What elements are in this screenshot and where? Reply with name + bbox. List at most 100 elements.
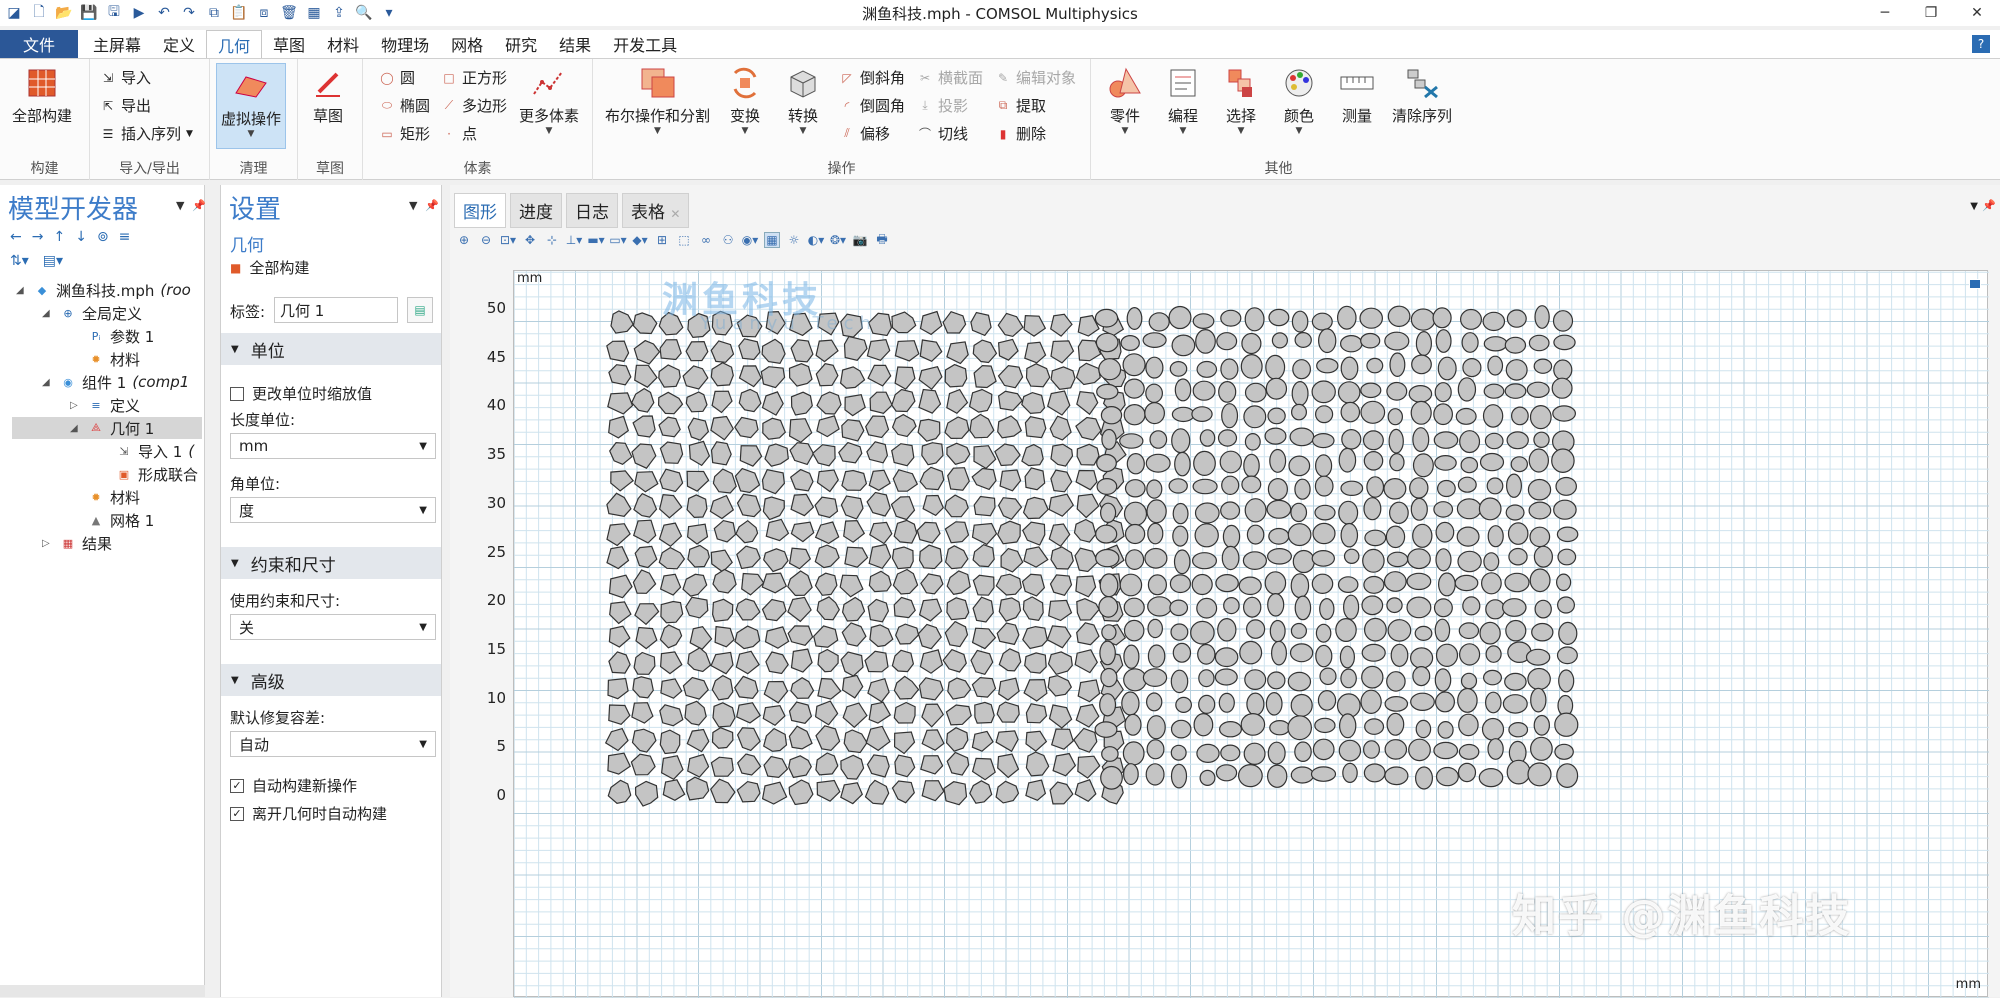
move-down-icon[interactable]: ↓ [75, 229, 87, 245]
tab-log[interactable]: 日志 [566, 193, 618, 228]
tab-home[interactable]: 主屏幕 [82, 30, 152, 58]
import-button[interactable]: ⇲ 导入 [100, 67, 151, 88]
fillet-button[interactable]: ◜ 倒圆角 [839, 95, 905, 116]
panel-menu-icon[interactable]: ▼ [1970, 201, 1978, 212]
tab-mesh[interactable]: 网格 [440, 30, 494, 58]
panel-menu-icon[interactable]: ▼ [409, 199, 417, 212]
section-constraints[interactable]: ▼ 约束和尺寸 [221, 547, 441, 579]
restore-button[interactable]: ❐ [1908, 0, 1954, 26]
select-points-icon[interactable]: ◆▾ [632, 232, 648, 248]
tree-node-form-union[interactable]: ▣ 形成联合 [116, 463, 198, 485]
screenshot-icon[interactable]: 📷 [852, 232, 868, 248]
tangent-button[interactable]: ⌒ 切线 [917, 123, 968, 144]
axis-orientation-icon[interactable]: ⊥▾ [566, 232, 582, 248]
pin-icon[interactable]: 📌 [425, 199, 439, 212]
save-icon[interactable]: 💾 [79, 4, 99, 22]
select-domains-icon[interactable]: ▬▾ [587, 232, 604, 248]
square-button[interactable]: □ 正方形 [441, 67, 507, 88]
tab-materials[interactable]: 材料 [316, 30, 370, 58]
zoom-in-icon[interactable]: ⊕ [456, 232, 472, 248]
file-menu[interactable]: 文件 [0, 30, 78, 58]
hide-icon[interactable]: ⚇ [720, 232, 736, 248]
tree-node-mesh[interactable]: ▲ 网格 1 [88, 509, 155, 531]
tree-node-geometry[interactable]: ◢ ⟁ 几何 1 [12, 417, 202, 439]
copy-icon[interactable]: ⧉ [204, 4, 224, 22]
show-icon[interactable]: ⊚ [97, 229, 109, 245]
pin-icon[interactable]: 📌 [1982, 199, 1996, 212]
ellipse-button[interactable]: ⬭ 椭圆 [379, 95, 430, 116]
scene-light-icon[interactable]: ☼ [786, 232, 802, 248]
sort-icon[interactable]: ⇅▾ [10, 253, 29, 269]
polygon-button[interactable]: ⟋ 多边形 [441, 95, 507, 116]
move-up-icon[interactable]: ↑ [53, 229, 65, 245]
checkbox-checked[interactable]: ✓ [230, 778, 244, 793]
new-file-icon[interactable]: 🗋 [29, 4, 49, 22]
tree-node-global-definitions[interactable]: ◢ ⊕ 全局定义 [42, 302, 142, 324]
section-units[interactable]: ▼ 单位 [221, 333, 441, 365]
chamfer-button[interactable]: ◸ 倒斜角 [839, 67, 905, 88]
link-icon[interactable]: ∞ [698, 232, 714, 248]
zoom-extents-icon[interactable]: ✥ [522, 232, 538, 248]
view-options-icon[interactable]: ▤▾ [43, 253, 63, 269]
virtual-operations-button[interactable]: 虚拟操作 ▼ [216, 63, 286, 149]
zoom-box-icon[interactable]: ⊡▾ [500, 232, 516, 248]
boolean-partition-button[interactable]: 布尔操作和分割 ▼ [605, 65, 710, 136]
help-icon[interactable]: ? [1972, 35, 1990, 53]
measure-button[interactable]: 测量 [1339, 65, 1375, 126]
zoom-to-selection-icon[interactable]: ⊞ [654, 232, 670, 248]
parts-button[interactable]: 零件 ▼ [1107, 65, 1143, 136]
axis-orientation-widget-icon[interactable] [1969, 279, 1981, 289]
forward-arrow-icon[interactable]: → [32, 229, 44, 245]
expand-arrow-icon[interactable]: ▷ [70, 400, 82, 411]
tree-node-root[interactable]: ◢ ◆ 渊鱼科技.mph (roo [16, 279, 191, 301]
zoom-selected-icon[interactable]: ⊹ [544, 232, 560, 248]
collapse-arrow-icon[interactable]: ◢ [70, 423, 82, 434]
checkbox-box[interactable] [230, 386, 244, 401]
edit-object-button[interactable]: ✎ 编辑对象 [995, 67, 1076, 88]
back-arrow-icon[interactable]: ← [10, 229, 22, 245]
offset-button[interactable]: ⫽ 偏移 [839, 123, 890, 144]
tab-definitions[interactable]: 定义 [152, 30, 206, 58]
tree-node-materials[interactable]: ✹ 材料 [88, 486, 140, 508]
view-icon[interactable]: ◉▾ [742, 232, 759, 248]
zoom-out-icon[interactable]: ⊖ [478, 232, 494, 248]
build-all-link[interactable]: ■ 全部构建 [230, 257, 309, 278]
save-as-icon[interactable]: 🖫 [104, 4, 124, 22]
open-folder-icon[interactable]: 📂 [54, 4, 74, 22]
transparency-icon[interactable]: ◐▾ [808, 232, 825, 248]
tree-node-import[interactable]: ⇲ 导入 1 ( [116, 440, 194, 462]
run-icon[interactable]: ▶ [129, 4, 149, 22]
tree-node-results[interactable]: ▷ ▦ 结果 [42, 532, 112, 554]
undo-icon[interactable]: ↶ [154, 4, 174, 22]
tab-physics[interactable]: 物理场 [370, 30, 440, 58]
convert-button[interactable]: 转换 ▼ [785, 65, 821, 136]
repair-tolerance-select[interactable]: 自动 ▼ [230, 731, 436, 757]
close-button[interactable]: ✕ [1954, 0, 2000, 26]
horizontal-scrollbar[interactable] [0, 985, 205, 997]
pin-icon[interactable]: 📌 [192, 199, 206, 212]
tab-study[interactable]: 研究 [494, 30, 548, 58]
tree-node-definitions[interactable]: ▷ ≡ 定义 [70, 394, 140, 416]
rectangle-button[interactable]: ▭ 矩形 [379, 123, 430, 144]
scale-values-checkbox[interactable]: 更改单位时缩放值 [230, 383, 372, 404]
minimize-button[interactable]: ─ [1862, 0, 1908, 26]
print-icon[interactable]: 🖶 [874, 232, 890, 248]
programming-button[interactable]: 编程 ▼ [1165, 65, 1201, 136]
clear-sequence-button[interactable]: 清除序列 [1392, 65, 1452, 126]
export-icon[interactable]: ⇪ [329, 4, 349, 22]
expand-icon[interactable]: ≡ [119, 229, 131, 245]
tab-developer[interactable]: 开发工具 [602, 30, 688, 58]
build-icon[interactable]: ▦ [304, 4, 324, 22]
extract-button[interactable]: ⧉ 提取 [995, 95, 1046, 116]
tree-node-global-materials[interactable]: ✹ 材料 [88, 348, 140, 370]
auto-build-leave-checkbox[interactable]: ✓ 离开几何时自动构建 [230, 803, 387, 824]
insert-sequence-button[interactable]: ☰ 插入序列 ▼ [100, 123, 193, 144]
checkbox-checked[interactable]: ✓ [230, 806, 244, 821]
export-button[interactable]: ⇱ 导出 [100, 95, 151, 116]
paste-icon[interactable]: 📋 [229, 4, 249, 22]
customize-arrow-icon[interactable]: ▾ [379, 4, 399, 22]
collapse-arrow-icon[interactable]: ◢ [16, 285, 28, 296]
delete-button[interactable]: ▮ 删除 [995, 123, 1046, 144]
cross-section-button[interactable]: ✂ 横截面 [917, 67, 983, 88]
tab-results[interactable]: 结果 [548, 30, 602, 58]
